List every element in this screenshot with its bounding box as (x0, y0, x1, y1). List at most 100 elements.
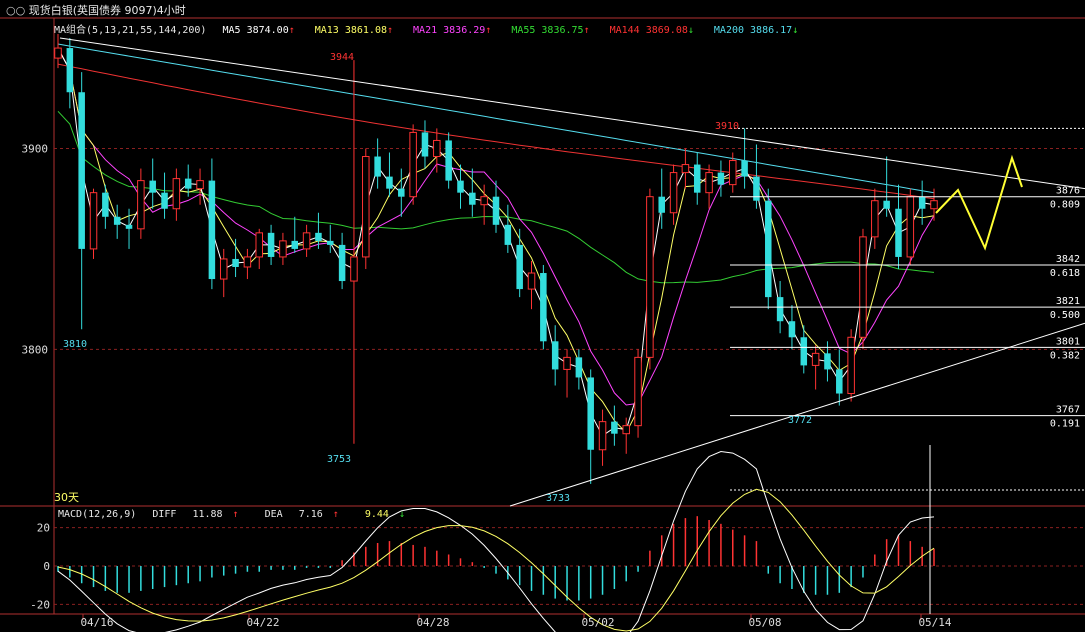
candle-body (504, 224, 512, 245)
macd-value-arrow: ↓ (398, 509, 405, 520)
candle-body (279, 240, 287, 258)
ma13-line (57, 47, 935, 434)
chart-window: ○○ 现货白银(英国债券 9097)4小时 MA组合(5,13,21,55,14… (0, 0, 1085, 632)
candle-body (469, 192, 476, 205)
candle-body (598, 421, 607, 451)
candle-body (918, 196, 926, 209)
macd-legend: MACD(12,26,9) DIFF 11.88 ↑ DEA 7.16 ↑ 9.44… (58, 509, 425, 520)
period-label: 30天 (54, 491, 79, 504)
candle-body (669, 172, 678, 214)
candle-body (125, 224, 133, 229)
fib-ratio-label: 0.191 (1050, 419, 1080, 430)
macd-value: 9.44 (364, 509, 389, 520)
candle-body (930, 200, 938, 210)
candle-body (409, 131, 417, 198)
candle-body (267, 232, 275, 257)
candle-body (563, 356, 571, 370)
candle-body (717, 172, 725, 185)
candle-body (137, 180, 145, 230)
x-tick-label: 04/22 (246, 616, 279, 629)
fib-ratio-label: 0.382 (1050, 350, 1080, 361)
fib-ratio-label: 0.500 (1050, 310, 1080, 321)
resistance-trendline (59, 37, 1085, 190)
candle-body (386, 176, 393, 189)
candle-body (89, 192, 98, 250)
candle-body (788, 321, 796, 338)
fib-price-label: 3842 (1056, 254, 1080, 265)
candle-body (327, 240, 334, 245)
macd-diff-label: DIFF (152, 509, 177, 520)
candle-body (824, 353, 831, 370)
candle-body (149, 180, 156, 193)
candle-body (184, 178, 192, 189)
price-annotation: 3944 (330, 52, 354, 63)
price-y-tick-label: 3800 (22, 343, 49, 356)
candle-body (800, 337, 808, 366)
candle-body (457, 180, 464, 193)
candle-body (729, 160, 737, 186)
fib-price-label: 3876 (1056, 186, 1080, 197)
candle-body (847, 336, 855, 395)
candle-body (480, 196, 488, 206)
ma144-line (57, 63, 935, 200)
ma200-line (57, 43, 935, 194)
candle-body (622, 425, 630, 435)
candle-body (78, 92, 85, 249)
candle-body (765, 200, 772, 298)
price-annotation: 3810 (63, 339, 87, 350)
candle-body (315, 232, 322, 241)
candle-body (741, 160, 748, 177)
candle-body (540, 273, 547, 342)
candle-body (551, 341, 559, 370)
x-tick-label: 04/28 (416, 616, 449, 629)
candle-body (516, 244, 523, 290)
macd-y-tick-label: 20 (37, 522, 50, 535)
candle-body (883, 200, 890, 209)
candle-body (398, 188, 405, 197)
macd-diff-arrow: ↑ (232, 509, 239, 520)
candle-body (634, 356, 642, 427)
candle-body (196, 180, 204, 190)
ma5-line (57, 47, 935, 437)
candle-body (362, 156, 370, 258)
macd-dea-value: 7.16 (298, 509, 323, 520)
candle-body (445, 140, 452, 181)
macd-label: MACD(12,26,9) (58, 509, 137, 520)
candle-body (646, 196, 654, 358)
macd-dea-arrow: ↑ (332, 509, 339, 520)
price-annotation: 3910 (715, 121, 739, 132)
price-annotation: 3772 (788, 415, 812, 426)
candle-body (302, 232, 311, 250)
candle-body (575, 357, 583, 378)
candle-body (291, 240, 299, 249)
candle-body (338, 244, 346, 282)
candle-body (587, 377, 594, 450)
x-tick-label: 05/02 (581, 616, 614, 629)
price-y-tick-label: 3900 (22, 142, 49, 155)
candle-body (374, 156, 381, 177)
candle-body (859, 236, 867, 338)
price-chart[interactable]: 3900 3800 20 0 -20 3876 0.809 3842 0.618 3821 0.50… (0, 0, 1085, 632)
macd-diff-value: 11.88 (192, 509, 223, 520)
candle-body (255, 232, 263, 258)
price-annotation: 3753 (327, 454, 351, 465)
price-annotation: 3733 (546, 493, 570, 504)
projection-path (935, 154, 1023, 251)
candle-body (54, 47, 62, 59)
fib-price-label: 3821 (1056, 296, 1080, 307)
fib-price-label: 3801 (1056, 336, 1080, 347)
candle-body (66, 48, 74, 93)
macd-y-tick-label: 0 (43, 560, 50, 573)
candle-body (776, 297, 784, 322)
x-tick-label: 05/14 (918, 616, 951, 629)
macd-diff-line (57, 450, 935, 632)
candle-body (693, 164, 701, 193)
candle-body (421, 132, 429, 157)
candle-body (350, 256, 358, 282)
fib-ratio-label: 0.809 (1050, 200, 1080, 211)
candle-body (161, 192, 168, 209)
macd-y-tick-label: -20 (30, 598, 50, 611)
fib-ratio-label: 0.618 (1050, 268, 1080, 279)
candle-body (705, 172, 713, 194)
candle-body (113, 216, 121, 225)
